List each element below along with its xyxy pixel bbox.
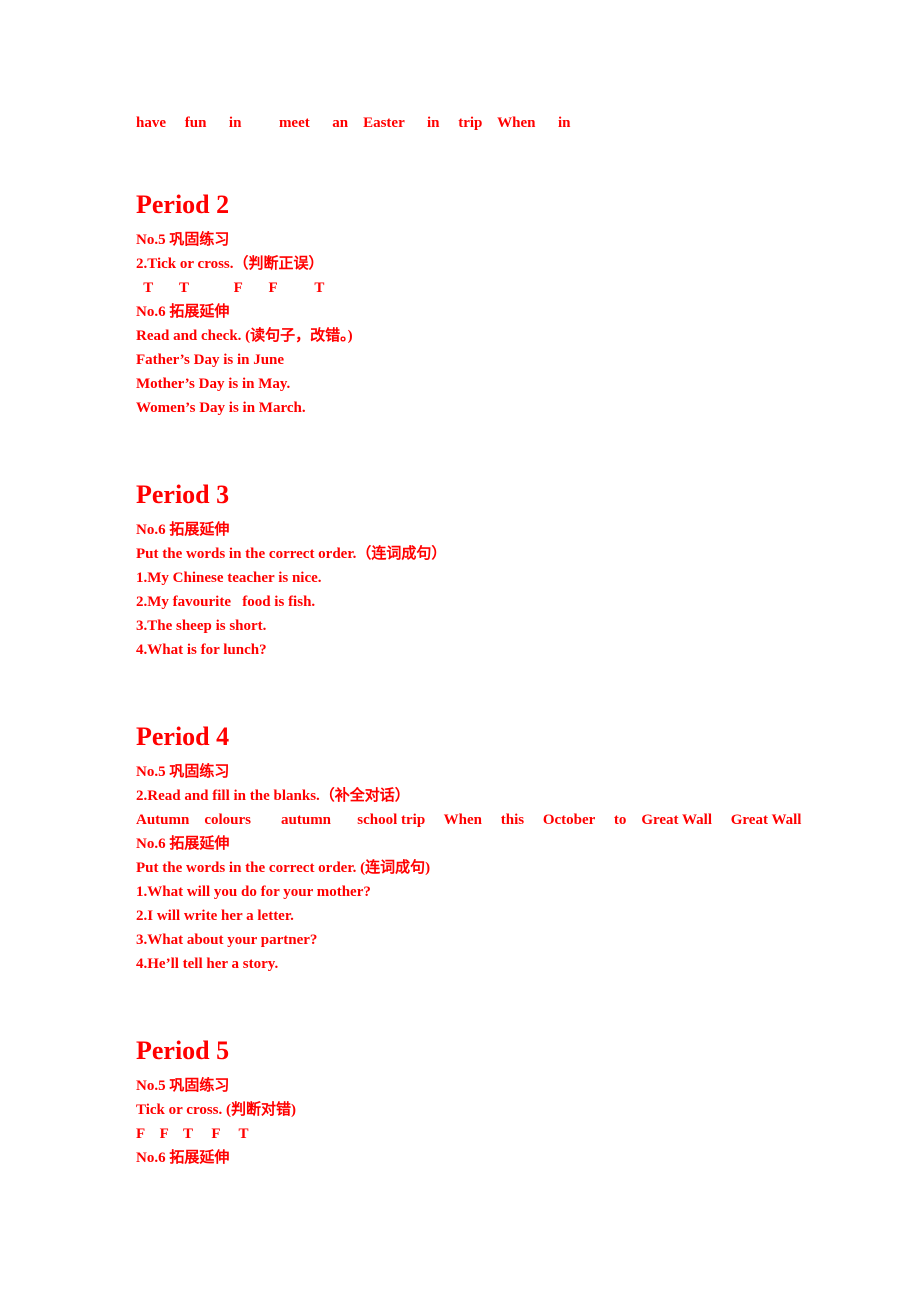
exercise-instruction: 2.Tick or cross.（判断正误）: [136, 256, 324, 272]
answer-sentence: Mother’s Day is in May.: [136, 376, 291, 392]
exercise-instruction: Tick or cross. (判断对错): [136, 1102, 296, 1118]
exercise-label: No.5 巩固练习: [136, 764, 230, 780]
answer-sentence: 2.My favourite food is fish.: [136, 594, 316, 610]
exercise-label: No.5 巩固练习: [136, 232, 230, 248]
exercise-instruction: Put the words in the correct order. (连词成…: [136, 860, 431, 876]
section-period-4: Period 4 No.5 巩固练习 2.Read and fill in th…: [136, 722, 866, 976]
exercise-label: No.6 拓展延伸: [136, 836, 230, 852]
exercise-label: No.6 拓展延伸: [136, 1150, 230, 1166]
answer-sentence: 4.What is for lunch?: [136, 642, 267, 658]
answer-sentence: 3.What about your partner?: [136, 932, 318, 948]
answer-sentence: 1.My Chinese teacher is nice.: [136, 570, 322, 586]
exercise-instruction: 2.Read and fill in the blanks.（补全对话）: [136, 788, 410, 804]
exercise-instruction: Put the words in the correct order.（连词成句…: [136, 546, 447, 562]
answer-sentence: Women’s Day is in March.: [136, 400, 306, 416]
answer-sentence: 4.He’ll tell her a story.: [136, 956, 279, 972]
period-heading-2: Period 2: [136, 190, 230, 219]
section-period-5: Period 5 No.5 巩固练习 Tick or cross. (判断对错)…: [136, 1036, 866, 1170]
exercise-label: No.5 巩固练习: [136, 1078, 230, 1094]
answer-sentence: 1.What will you do for your mother?: [136, 884, 371, 900]
answer-sentence: 2.I will write her a letter.: [136, 908, 294, 924]
exercise-label: No.6 拓展延伸: [136, 304, 230, 320]
exercise-instruction: Read and check. (读句子，改错。): [136, 328, 353, 344]
exercise-label: No.6 拓展延伸: [136, 522, 230, 538]
document-page: have fun in meet an Easter in trip When …: [0, 0, 920, 1302]
period-heading-3: Period 3: [136, 480, 230, 509]
answer-sentence: 3.The sheep is short.: [136, 618, 267, 634]
word-bank-continued: have fun in meet an Easter in trip When …: [136, 115, 571, 131]
answer-row-true-false: T T F F T: [136, 280, 325, 296]
answer-row-true-false: F F T F T: [136, 1126, 249, 1142]
period-heading-5: Period 5: [136, 1036, 230, 1065]
section-period-2: Period 2 No.5 巩固练习 2.Tick or cross.（判断正误…: [136, 190, 866, 420]
section-period-3: Period 3 No.6 拓展延伸 Put the words in the …: [136, 480, 866, 662]
answer-word-bank: Autumn colours autumn school trip When t…: [136, 812, 802, 828]
answer-sentence: Father’s Day is in June: [136, 352, 285, 368]
period-heading-4: Period 4: [136, 722, 230, 751]
